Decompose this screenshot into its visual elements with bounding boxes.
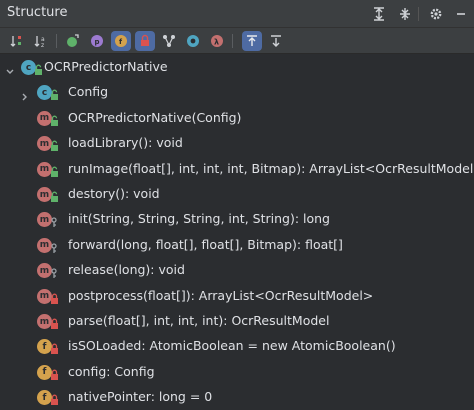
tree-item-label: config: Config xyxy=(68,363,155,379)
tree-item-label: runImage(float[], int, int, int, Bitmap)… xyxy=(68,160,474,176)
tree-item-label: nativePointer: long = 0 xyxy=(68,389,213,405)
tree-item-label: destory(): void xyxy=(68,186,160,201)
tree-item-label: postprocess(float[]): ArrayList<OcrResul… xyxy=(68,287,374,303)
show-inherited-icon[interactable] xyxy=(63,31,83,51)
private-visibility-icon xyxy=(50,366,60,380)
show-lambda-icon[interactable]: λ xyxy=(207,31,227,51)
title-separator xyxy=(418,7,419,21)
svg-text:z: z xyxy=(41,42,44,49)
collapse-all-icon[interactable] xyxy=(396,5,414,23)
svg-text:λ: λ xyxy=(214,38,219,47)
minimize-icon[interactable] xyxy=(452,5,470,23)
structure-tree: c OCRPredictorNative c Config m OCRPredictorN… xyxy=(0,55,474,410)
package-visibility-icon xyxy=(50,213,60,228)
public-visibility-icon xyxy=(50,163,60,177)
tree-item-label: release(long): void xyxy=(68,262,185,278)
show-non-public-icon[interactable] xyxy=(135,31,155,51)
tree-item-label: parse(float[], int, int, int): OcrResult… xyxy=(68,313,330,328)
show-properties-icon[interactable]: p xyxy=(87,31,107,51)
package-visibility-icon xyxy=(50,264,60,279)
tree-row[interactable]: m release(long): void xyxy=(0,258,474,283)
show-anonymous-icon[interactable] xyxy=(183,31,203,51)
public-visibility-icon xyxy=(50,112,60,126)
tree-item-label: loadLibrary(): void xyxy=(68,135,183,151)
tree-row[interactable]: m forward(long, float[], float[], Bitmap)… xyxy=(0,233,474,258)
chevron-down-icon[interactable] xyxy=(5,62,15,74)
tree-row[interactable]: m init(String, String, String, int, Strin… xyxy=(0,207,474,232)
tree-row[interactable]: m destory(): void xyxy=(0,182,474,207)
public-visibility-icon xyxy=(34,61,44,75)
private-visibility-icon xyxy=(50,290,60,304)
tree-row[interactable]: f config: Config xyxy=(0,360,474,385)
public-visibility-icon xyxy=(50,86,60,101)
tree-item-label: isSOLoaded: AtomicBoolean = new AtomicBo… xyxy=(68,338,396,354)
tree-row[interactable]: m loadLibrary(): void xyxy=(0,131,474,156)
private-visibility-icon xyxy=(50,340,60,355)
toolbar-separator xyxy=(56,34,57,48)
tree-row[interactable]: f isSOLoaded: AtomicBoolean = new AtomicB… xyxy=(0,334,474,359)
public-visibility-icon xyxy=(50,137,60,152)
structure-toolbar: az p f λ xyxy=(0,28,474,54)
tree-row[interactable]: f nativePointer: long = 0 xyxy=(0,385,474,410)
tree-row[interactable]: m OCRPredictorNative(Config) xyxy=(0,106,474,131)
tree-item-label: forward(long, float[], float[], Bitmap):… xyxy=(68,236,343,252)
tree-row[interactable]: m parse(float[], int, int, int): OcrResul… xyxy=(0,309,474,334)
toolbar-separator xyxy=(232,34,233,48)
private-visibility-icon xyxy=(50,391,60,406)
public-visibility-icon xyxy=(50,188,60,202)
private-visibility-icon xyxy=(50,315,60,329)
show-fields-icon[interactable]: f xyxy=(111,31,131,51)
tree-row[interactable]: m runImage(float[], int, int, int, Bitmap… xyxy=(0,157,474,182)
gear-icon[interactable] xyxy=(427,5,445,23)
package-visibility-icon xyxy=(50,239,60,253)
tree-row[interactable]: m postprocess(float[]): ArrayList<OcrResu… xyxy=(0,284,474,309)
tree-row[interactable]: c Config xyxy=(0,80,474,105)
tree-item-label: Config xyxy=(68,84,109,100)
tree-item-label: OCRPredictorNative xyxy=(44,59,168,74)
tree-item-label: OCRPredictorNative(Config) xyxy=(68,109,242,125)
panel-title: Structure xyxy=(7,5,68,20)
sort-alphabetically-icon[interactable]: az xyxy=(32,31,52,51)
autoscroll-to-source-icon[interactable] xyxy=(242,31,262,51)
autoscroll-from-source-icon[interactable] xyxy=(266,31,286,51)
chevron-right-icon[interactable] xyxy=(20,87,30,101)
title-bar: Structure xyxy=(0,0,474,28)
expand-all-icon[interactable] xyxy=(370,5,388,23)
sort-by-visibility-icon[interactable] xyxy=(8,31,28,51)
tree-item-label: init(String, String, String, int, String… xyxy=(68,211,330,227)
tree-row[interactable]: c OCRPredictorNative xyxy=(0,55,474,80)
svg-text:p: p xyxy=(95,38,100,46)
show-lambdas-icon[interactable] xyxy=(159,31,179,51)
